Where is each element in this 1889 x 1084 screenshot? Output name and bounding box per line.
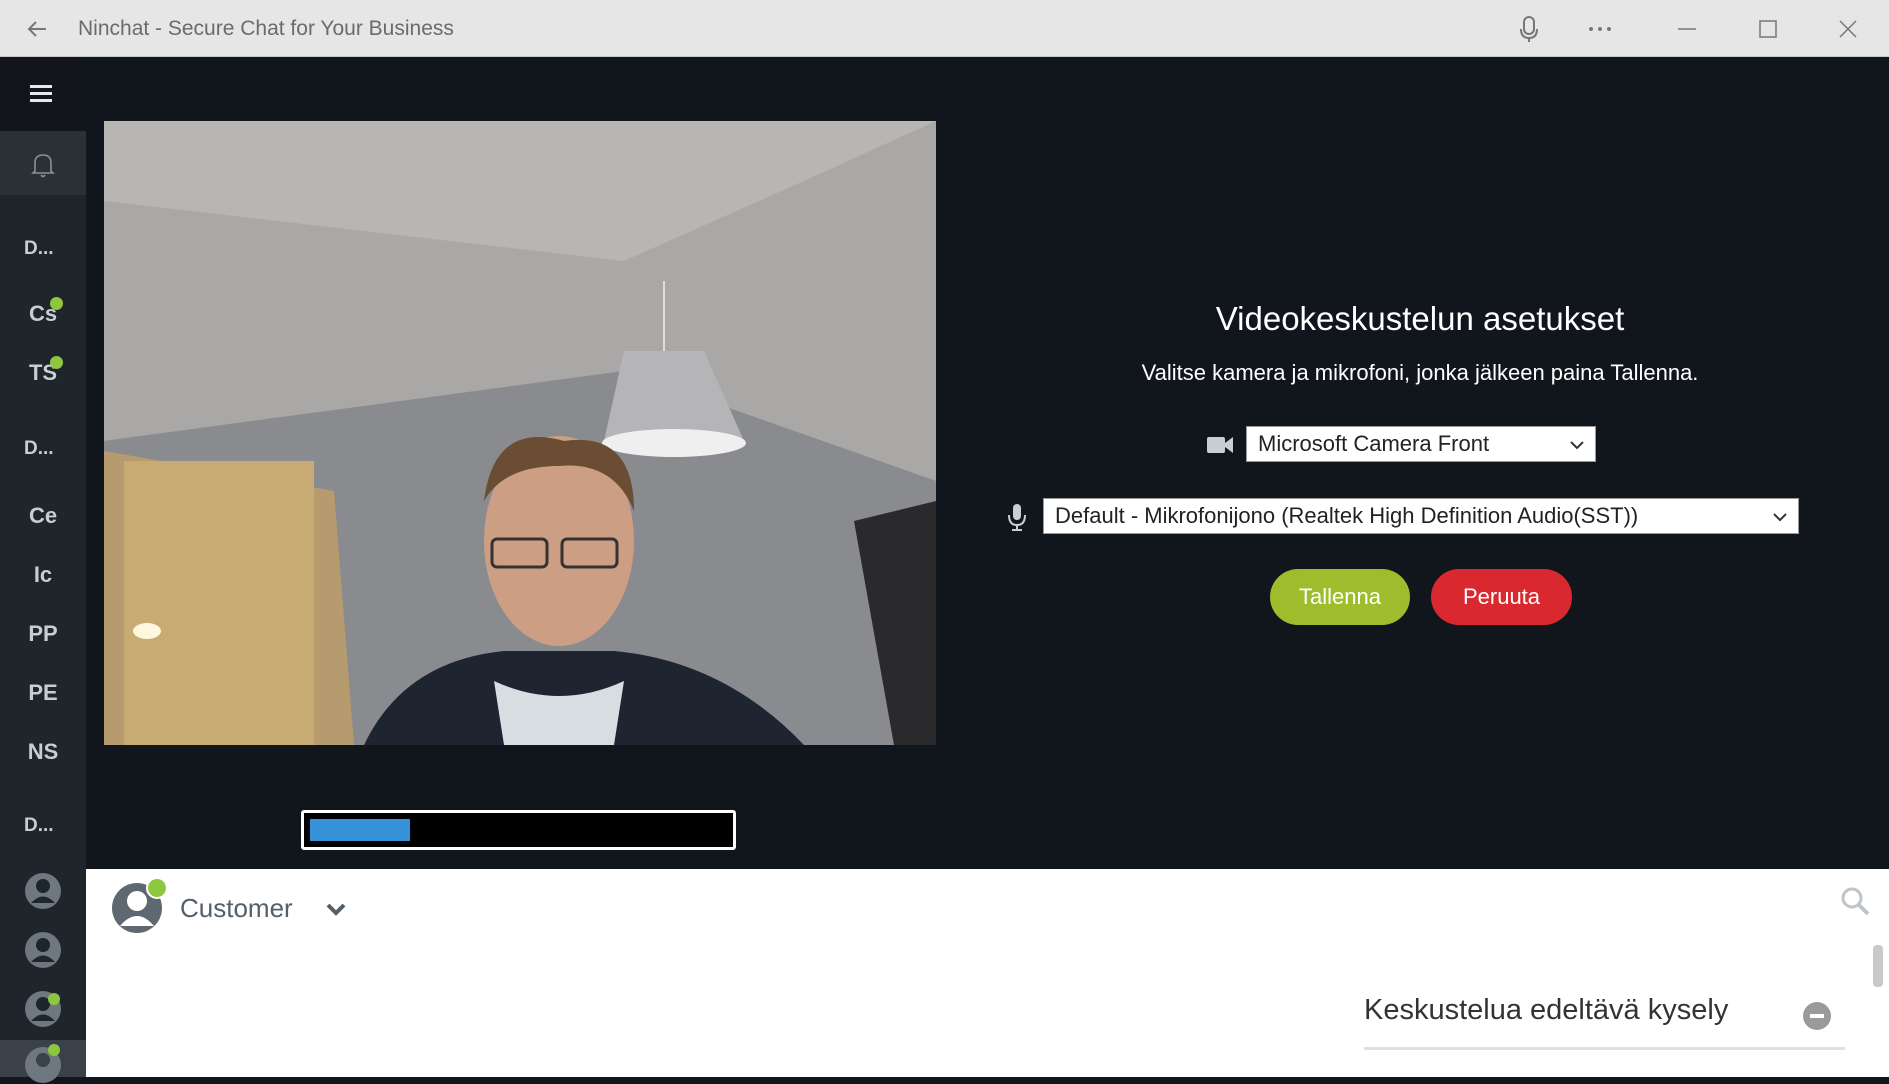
sidebar-item-cs[interactable]: Cs (0, 301, 86, 327)
sidebar-item-pe[interactable]: PE (0, 680, 86, 706)
bell-icon[interactable] (30, 151, 56, 179)
settings-title: Videokeskustelun asetukset (1215, 300, 1625, 337)
online-status-dot (146, 877, 168, 899)
sidebar-item-ns[interactable]: NS (0, 739, 86, 765)
chevron-down-icon (1570, 441, 1584, 450)
microphone-icon[interactable] (1512, 12, 1546, 46)
online-status-dot (48, 993, 60, 1005)
chat-panel: Customer Keskustelua edeltävä kysely (86, 869, 1889, 1077)
user-avatar-icon[interactable] (24, 872, 62, 910)
search-icon[interactable] (1839, 885, 1871, 917)
sidebar-category[interactable]: D... (24, 815, 54, 837)
scrollbar[interactable] (1873, 945, 1883, 987)
contact-name[interactable]: Customer (180, 893, 293, 924)
back-arrow-icon[interactable] (22, 14, 52, 44)
divider (1364, 1047, 1845, 1050)
user-avatar-icon[interactable] (24, 931, 62, 969)
sidebar-item-ce[interactable]: Ce (0, 503, 86, 529)
microphone-icon (1008, 504, 1026, 531)
minimize-icon[interactable] (1670, 12, 1704, 46)
online-status-dot (50, 356, 63, 369)
microphone-level-meter (301, 810, 736, 850)
chevron-down-icon[interactable] (324, 897, 348, 921)
settings-description: Valitse kamera ja mikrofoni, jonka jälke… (1141, 360, 1699, 385)
camera-select-value: Microsoft Camera Front (1258, 431, 1490, 456)
online-status-dot (50, 297, 63, 310)
window-title: Ninchat - Secure Chat for Your Business (78, 17, 454, 40)
title-bar: Ninchat - Secure Chat for Your Business (0, 0, 1889, 57)
sidebar: D... Cs TS D... Ce Ic PP PE NS D... (0, 57, 86, 1083)
collapse-icon[interactable] (1803, 1002, 1831, 1030)
sidebar-category[interactable]: D... (24, 438, 54, 460)
video-camera-icon (1207, 437, 1233, 453)
microphone-level-fill (310, 819, 410, 841)
sidebar-category[interactable]: D... (24, 238, 54, 260)
online-status-dot (48, 1044, 60, 1056)
close-icon[interactable] (1831, 12, 1865, 46)
survey-title: Keskustelua edeltävä kysely (1364, 994, 1729, 1026)
sidebar-item-ic[interactable]: Ic (0, 562, 86, 588)
camera-select[interactable]: Microsoft Camera Front (1246, 426, 1596, 462)
save-button[interactable]: Tallenna (1270, 569, 1410, 625)
maximize-icon[interactable] (1751, 12, 1785, 46)
chevron-down-icon (1773, 513, 1787, 522)
sidebar-item-pp[interactable]: PP (0, 621, 86, 647)
hamburger-menu-icon[interactable] (30, 83, 56, 105)
sidebar-active-item[interactable] (0, 1040, 86, 1083)
microphone-select[interactable]: Default - Mikrofonijono (Realtek High De… (1043, 498, 1799, 534)
sidebar-item-ts[interactable]: TS (0, 360, 86, 386)
microphone-select-value: Default - Mikrofonijono (Realtek High De… (1055, 503, 1639, 528)
cancel-button[interactable]: Peruuta (1431, 569, 1572, 625)
camera-preview (104, 121, 936, 745)
more-options-icon[interactable] (1583, 12, 1617, 46)
